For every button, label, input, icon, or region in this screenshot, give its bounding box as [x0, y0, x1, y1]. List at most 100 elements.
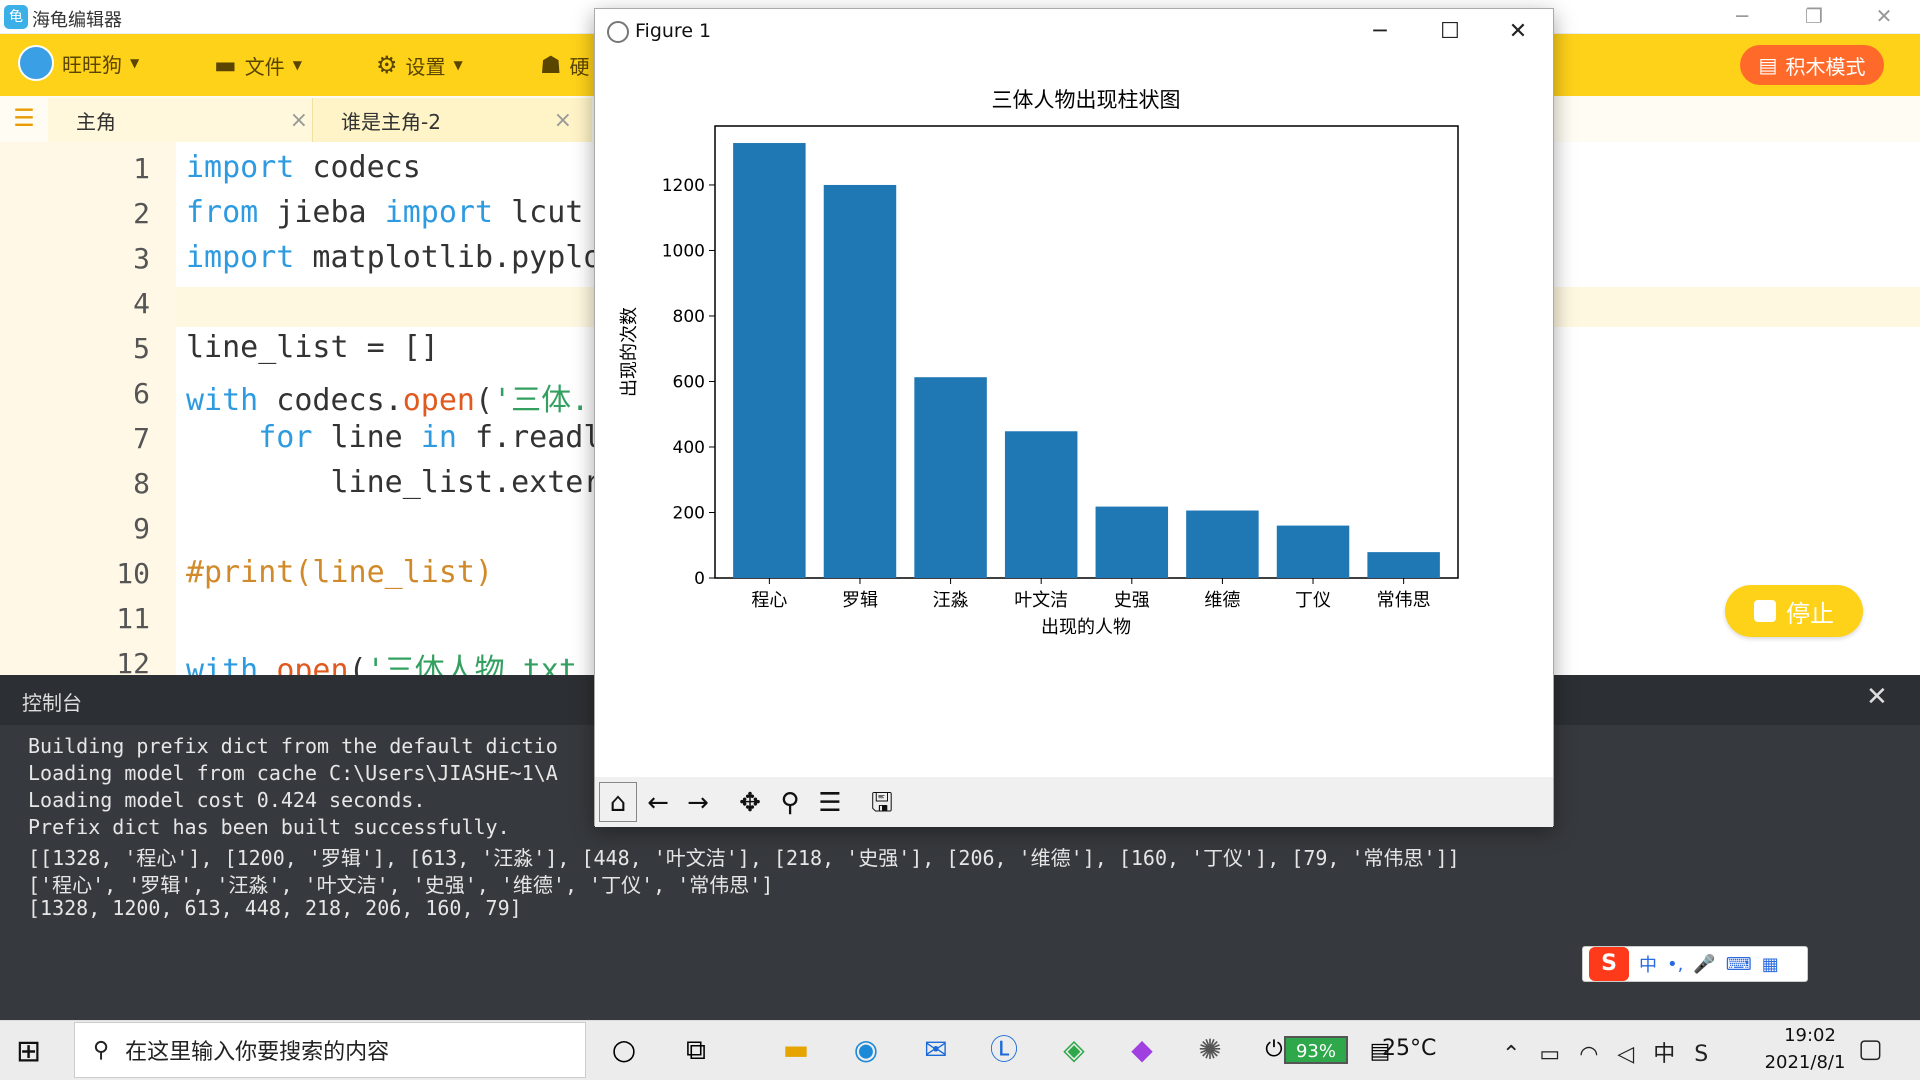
- gear-icon: ⚙: [376, 51, 398, 79]
- subplots-config-icon[interactable]: ☰: [811, 782, 849, 822]
- x-tick-label: 常伟思: [1377, 590, 1431, 611]
- y-tick-label: 1200: [662, 176, 705, 196]
- settings-menu-label: 设置: [405, 54, 446, 79]
- hardware-menu[interactable]: ☗ 硬: [540, 48, 590, 82]
- clock-time[interactable]: 19:02: [1760, 1025, 1860, 1046]
- clock-date[interactable]: 2021/8/1: [1740, 1052, 1870, 1073]
- console-line: Loading model cost 0.424 seconds.: [28, 788, 426, 812]
- file-menu[interactable]: ▬ 文件 ▼: [214, 48, 302, 82]
- settings-menu[interactable]: ⚙ 设置 ▼: [376, 48, 463, 82]
- weather-temp[interactable]: 25°C: [1382, 1036, 1436, 1061]
- avatar: [18, 45, 54, 81]
- chevron-down-icon: ▼: [292, 58, 302, 72]
- block-mode-label: 积木模式: [1785, 54, 1866, 79]
- console-title: 控制台: [22, 691, 82, 715]
- console-line: [[1328, '程心'], [1200, '罗辑'], [613, '汪淼']…: [28, 846, 1460, 870]
- hamburger-icon[interactable]: ☰: [10, 104, 38, 132]
- tab-label: 主角: [76, 109, 116, 134]
- line-number: 7: [133, 422, 150, 455]
- keyboard-icon[interactable]: ⌨: [1726, 954, 1752, 975]
- chevron-down-icon: ▼: [453, 58, 463, 72]
- pan-icon[interactable]: ✥: [731, 782, 769, 822]
- edge-icon[interactable]: ◉: [846, 1030, 886, 1070]
- chart-bar: [823, 184, 897, 578]
- x-tick-label: 史强: [1114, 590, 1150, 611]
- save-icon[interactable]: 🖫: [863, 782, 901, 822]
- close-icon[interactable]: ✕: [1866, 682, 1888, 712]
- chevron-down-icon: ▼: [130, 56, 140, 70]
- grid-icon[interactable]: ▦: [1762, 954, 1779, 975]
- chart-bar: [1186, 510, 1259, 578]
- home-icon[interactable]: ⌂: [599, 782, 637, 822]
- maximize-icon[interactable]: ☐: [1415, 9, 1485, 55]
- blocks-icon: ▤: [1758, 53, 1778, 77]
- line-number: 4: [133, 287, 150, 320]
- close-icon[interactable]: ✕: [1848, 0, 1920, 34]
- line-number: 11: [116, 602, 150, 635]
- punctuation-icon[interactable]: •,: [1667, 954, 1683, 975]
- tab-main[interactable]: 主角 ×: [48, 98, 328, 142]
- minimize-icon[interactable]: ─: [1706, 0, 1778, 34]
- paint-icon[interactable]: ◆: [1122, 1030, 1162, 1070]
- turtle-editor-icon[interactable]: ◈: [1054, 1030, 1094, 1070]
- line-number: 12: [116, 647, 150, 675]
- console-line: ['程心', '罗辑', '汪淼', '叶文洁', '史强', '维德', '丁…: [28, 873, 774, 897]
- cortana-icon[interactable]: ○: [604, 1030, 644, 1070]
- y-axis-label: 出现的次数: [619, 307, 640, 397]
- chart-bar: [1367, 552, 1440, 578]
- x-tick-label: 叶文洁: [1014, 590, 1068, 611]
- y-tick-label: 400: [673, 438, 705, 458]
- microphone-icon[interactable]: 🎤: [1693, 954, 1715, 975]
- tab-label: 谁是主角-2: [341, 109, 441, 134]
- robot-icon: ☗: [540, 51, 562, 79]
- code-line: for line in f.readl: [258, 420, 602, 455]
- battery-indicator[interactable]: 93%: [1284, 1036, 1348, 1064]
- user-menu[interactable]: 旺旺狗 ▼: [18, 45, 140, 81]
- block-mode-button[interactable]: ▤ 积木模式: [1740, 45, 1884, 85]
- close-icon[interactable]: ×: [554, 108, 572, 133]
- lark-icon[interactable]: Ⓛ: [984, 1030, 1024, 1070]
- app-logo-icon: 龟: [4, 5, 28, 29]
- x-tick-label: 程心: [751, 590, 787, 611]
- windows-start-icon[interactable]: ⊞: [16, 1034, 48, 1069]
- chart-bar: [1276, 525, 1350, 578]
- back-icon[interactable]: ←: [639, 782, 677, 822]
- taskbar-search-box[interactable]: ⚲ 在这里输入你要搜索的内容: [74, 1022, 586, 1078]
- stop-label: 停止: [1786, 599, 1834, 628]
- matplotlib-taskbar-icon[interactable]: ✺: [1190, 1030, 1230, 1070]
- close-icon[interactable]: ✕: [1483, 9, 1553, 55]
- search-placeholder: 在这里输入你要搜索的内容: [125, 1040, 390, 1065]
- mail-icon[interactable]: ✉: [916, 1030, 956, 1070]
- tab-who-is-protagonist[interactable]: 谁是主角-2 ×: [312, 98, 592, 142]
- chart-bar: [1004, 431, 1078, 578]
- user-name: 旺旺狗: [62, 52, 122, 77]
- x-tick-label: 汪淼: [933, 590, 969, 611]
- task-view-icon[interactable]: ⧉: [676, 1030, 716, 1070]
- notification-icon[interactable]: ▢: [1858, 1034, 1883, 1064]
- zoom-icon[interactable]: ⚲: [771, 782, 809, 822]
- stop-button[interactable]: 停止: [1725, 585, 1863, 637]
- line-number: 6: [133, 377, 150, 410]
- restore-icon[interactable]: ❐: [1778, 0, 1850, 34]
- line-number: 8: [133, 467, 150, 500]
- y-tick-label: 1000: [662, 241, 705, 261]
- console-line: [1328, 1200, 613, 448, 218, 206, 160, 79…: [28, 896, 522, 920]
- ime-toolbar[interactable]: S 中 •, 🎤 ⌨ ▦: [1582, 946, 1808, 982]
- console-line: Loading model from cache C:\Users\JIASHE…: [28, 761, 558, 785]
- y-tick-label: 0: [694, 569, 705, 589]
- x-tick-label: 丁仪: [1295, 590, 1331, 611]
- file-explorer-icon[interactable]: ▬: [776, 1030, 816, 1070]
- ime-mode[interactable]: 中: [1639, 951, 1657, 977]
- system-tray[interactable]: ⌃ ▭ ◠ ◁ 中 S: [1502, 1036, 1714, 1068]
- code-line: import codecs: [186, 150, 421, 185]
- code-line: from jieba import lcut: [186, 195, 584, 230]
- search-icon: ⚲: [93, 1037, 110, 1063]
- minimize-icon[interactable]: ─: [1345, 9, 1415, 55]
- code-line: #print(line_list): [186, 555, 494, 590]
- chart-bar: [914, 377, 987, 578]
- line-number: 3: [133, 242, 150, 275]
- console-line: Building prefix dict from the default di…: [28, 734, 558, 758]
- code-line: line_list.exter: [186, 465, 602, 500]
- forward-icon[interactable]: →: [679, 782, 717, 822]
- close-icon[interactable]: ×: [290, 108, 308, 133]
